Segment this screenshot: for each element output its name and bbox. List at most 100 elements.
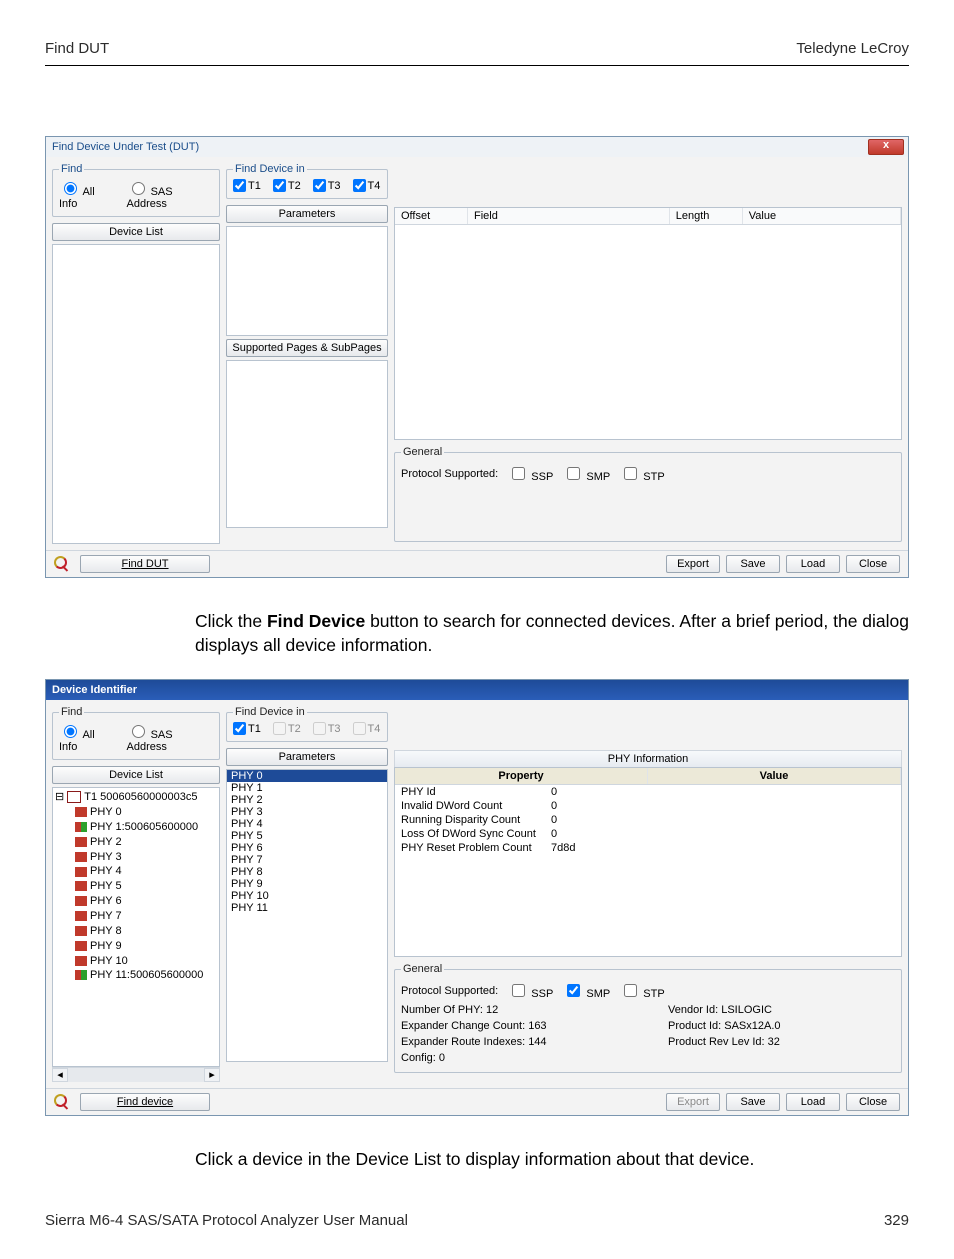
radio-all-info[interactable]: All Info: [59, 179, 115, 210]
device-list-tree[interactable]: ⊟ T1 50060560000003c5 PHY 0PHY 1:5006056…: [52, 787, 220, 1067]
chk-t4[interactable]: T4: [353, 179, 381, 192]
chk-ssp[interactable]: SSP: [508, 981, 553, 1000]
close-button[interactable]: Close: [846, 1093, 900, 1111]
magnifier-icon: [54, 1094, 70, 1110]
tree-item[interactable]: PHY 3: [75, 850, 217, 865]
chk-t2[interactable]: T2: [273, 179, 301, 192]
tree-item[interactable]: PHY 0: [75, 805, 217, 820]
param-item[interactable]: PHY 8: [227, 866, 387, 878]
save-button[interactable]: Save: [726, 555, 780, 573]
parameters-list[interactable]: PHY 0PHY 1PHY 2PHY 3PHY 4PHY 5PHY 6PHY 7…: [226, 769, 388, 1062]
param-item[interactable]: PHY 5: [227, 830, 387, 842]
close-icon[interactable]: x: [868, 139, 904, 155]
col-field[interactable]: Field: [468, 208, 670, 224]
tree-item[interactable]: PHY 7: [75, 909, 217, 924]
tree-item[interactable]: PHY 6: [75, 894, 217, 909]
general-fieldset: General Protocol Supported: SSP SMP STP: [394, 446, 902, 542]
title-text: Device Identifier: [52, 684, 137, 696]
tree-item[interactable]: PHY 1:500605600000: [75, 820, 217, 835]
export-button: Export: [666, 1093, 720, 1111]
find-in-fieldset: Find Device in T1 T2 T3 T4: [226, 706, 388, 742]
dialog-find-dut: Find Device Under Test (DUT) x Find All …: [45, 136, 909, 578]
hdr-left: Find DUT: [45, 40, 109, 57]
tree-item[interactable]: PHY 8: [75, 924, 217, 939]
find-dut-button[interactable]: Find DUT: [80, 555, 210, 573]
close-button[interactable]: Close: [846, 555, 900, 573]
param-item[interactable]: PHY 0: [227, 770, 387, 782]
parameters-button[interactable]: Parameters: [226, 205, 388, 223]
tree-h-scrollbar[interactable]: ◂▸: [52, 1067, 220, 1082]
details-header: Offset Field Length Value: [395, 208, 901, 225]
title-text: Find Device Under Test (DUT): [52, 141, 199, 153]
param-item[interactable]: PHY 10: [227, 890, 387, 902]
radio-sas-address[interactable]: SAS Address: [127, 179, 213, 210]
chk-smp[interactable]: SMP: [563, 464, 610, 483]
load-button[interactable]: Load: [786, 555, 840, 573]
export-button[interactable]: Export: [666, 555, 720, 573]
kv-row: Vendor Id: LSILOGIC: [668, 1002, 895, 1018]
save-button[interactable]: Save: [726, 1093, 780, 1111]
find-in-fieldset: Find Device in T1 T2 T3 T4: [226, 163, 388, 199]
chk-t3: T3: [313, 722, 341, 735]
phy-info-table: Property Value PHY Id0Invalid DWord Coun…: [394, 767, 902, 957]
tree-item[interactable]: PHY 11:500605600000: [75, 968, 217, 983]
param-item[interactable]: PHY 1: [227, 782, 387, 794]
radio-sas-address[interactable]: SAS Address: [127, 722, 213, 753]
device-list-pane[interactable]: [52, 244, 220, 544]
footer-bar: Find DUT Export Save Load Close: [46, 550, 908, 577]
chk-t1[interactable]: T1: [233, 722, 261, 735]
col-value[interactable]: Value: [743, 208, 901, 224]
tree-root[interactable]: ⊟ T1 50060560000003c5: [55, 790, 217, 805]
param-item[interactable]: PHY 7: [227, 854, 387, 866]
parameters-button[interactable]: Parameters: [226, 748, 388, 766]
param-item[interactable]: PHY 2: [227, 794, 387, 806]
device-list-button[interactable]: Device List: [52, 766, 220, 784]
magnifier-icon: [54, 556, 70, 572]
table-row[interactable]: PHY Id0: [395, 785, 901, 799]
proto-label: Protocol Supported:: [401, 468, 498, 480]
tree-item[interactable]: PHY 2: [75, 835, 217, 850]
general-legend: General: [401, 963, 444, 975]
titlebar: Find Device Under Test (DUT) x: [46, 137, 908, 157]
device-list-button[interactable]: Device List: [52, 223, 220, 241]
radio-all-info[interactable]: All Info: [59, 722, 115, 753]
details-body[interactable]: [395, 225, 901, 439]
subpages-button[interactable]: Supported Pages & SubPages: [226, 339, 388, 357]
tree-item[interactable]: PHY 9: [75, 939, 217, 954]
tree-item[interactable]: PHY 5: [75, 879, 217, 894]
table-row[interactable]: PHY Reset Problem Count7d8d: [395, 841, 901, 855]
table-row[interactable]: Invalid DWord Count0: [395, 799, 901, 813]
chk-smp[interactable]: SMP: [563, 981, 610, 1000]
chk-t1[interactable]: T1: [233, 179, 261, 192]
find-device-button[interactable]: Find device: [80, 1093, 210, 1111]
chk-t2: T2: [273, 722, 301, 735]
titlebar: Device Identifier: [46, 680, 908, 700]
find-fieldset: Find All Info SAS Address: [52, 706, 220, 760]
param-item[interactable]: PHY 11: [227, 902, 387, 914]
find-in-legend: Find Device in: [233, 706, 307, 718]
tree-item[interactable]: PHY 10: [75, 954, 217, 969]
param-item[interactable]: PHY 6: [227, 842, 387, 854]
chk-stp[interactable]: STP: [620, 981, 664, 1000]
param-item[interactable]: PHY 4: [227, 818, 387, 830]
col-length[interactable]: Length: [670, 208, 743, 224]
chk-ssp[interactable]: SSP: [508, 464, 553, 483]
parameters-pane[interactable]: [226, 226, 388, 336]
col-property[interactable]: Property: [395, 768, 648, 784]
phy-info-rows[interactable]: PHY Id0Invalid DWord Count0Running Dispa…: [395, 785, 901, 855]
param-item[interactable]: PHY 9: [227, 878, 387, 890]
tree-item[interactable]: PHY 4: [75, 864, 217, 879]
param-item[interactable]: PHY 3: [227, 806, 387, 818]
t-row-1: T1 T2 T3 T4: [233, 179, 381, 192]
kv-row: Product Rev Lev Id: 32: [668, 1034, 895, 1050]
subpages-pane[interactable]: [226, 360, 388, 528]
body-paragraph-2: Click a device in the Device List to dis…: [195, 1148, 909, 1172]
col-offset[interactable]: Offset: [395, 208, 468, 224]
table-row[interactable]: Loss Of DWord Sync Count0: [395, 827, 901, 841]
table-row[interactable]: Running Disparity Count0: [395, 813, 901, 827]
chk-stp[interactable]: STP: [620, 464, 664, 483]
col-value[interactable]: Value: [648, 768, 901, 784]
load-button[interactable]: Load: [786, 1093, 840, 1111]
find-legend: Find: [59, 163, 84, 175]
chk-t3[interactable]: T3: [313, 179, 341, 192]
